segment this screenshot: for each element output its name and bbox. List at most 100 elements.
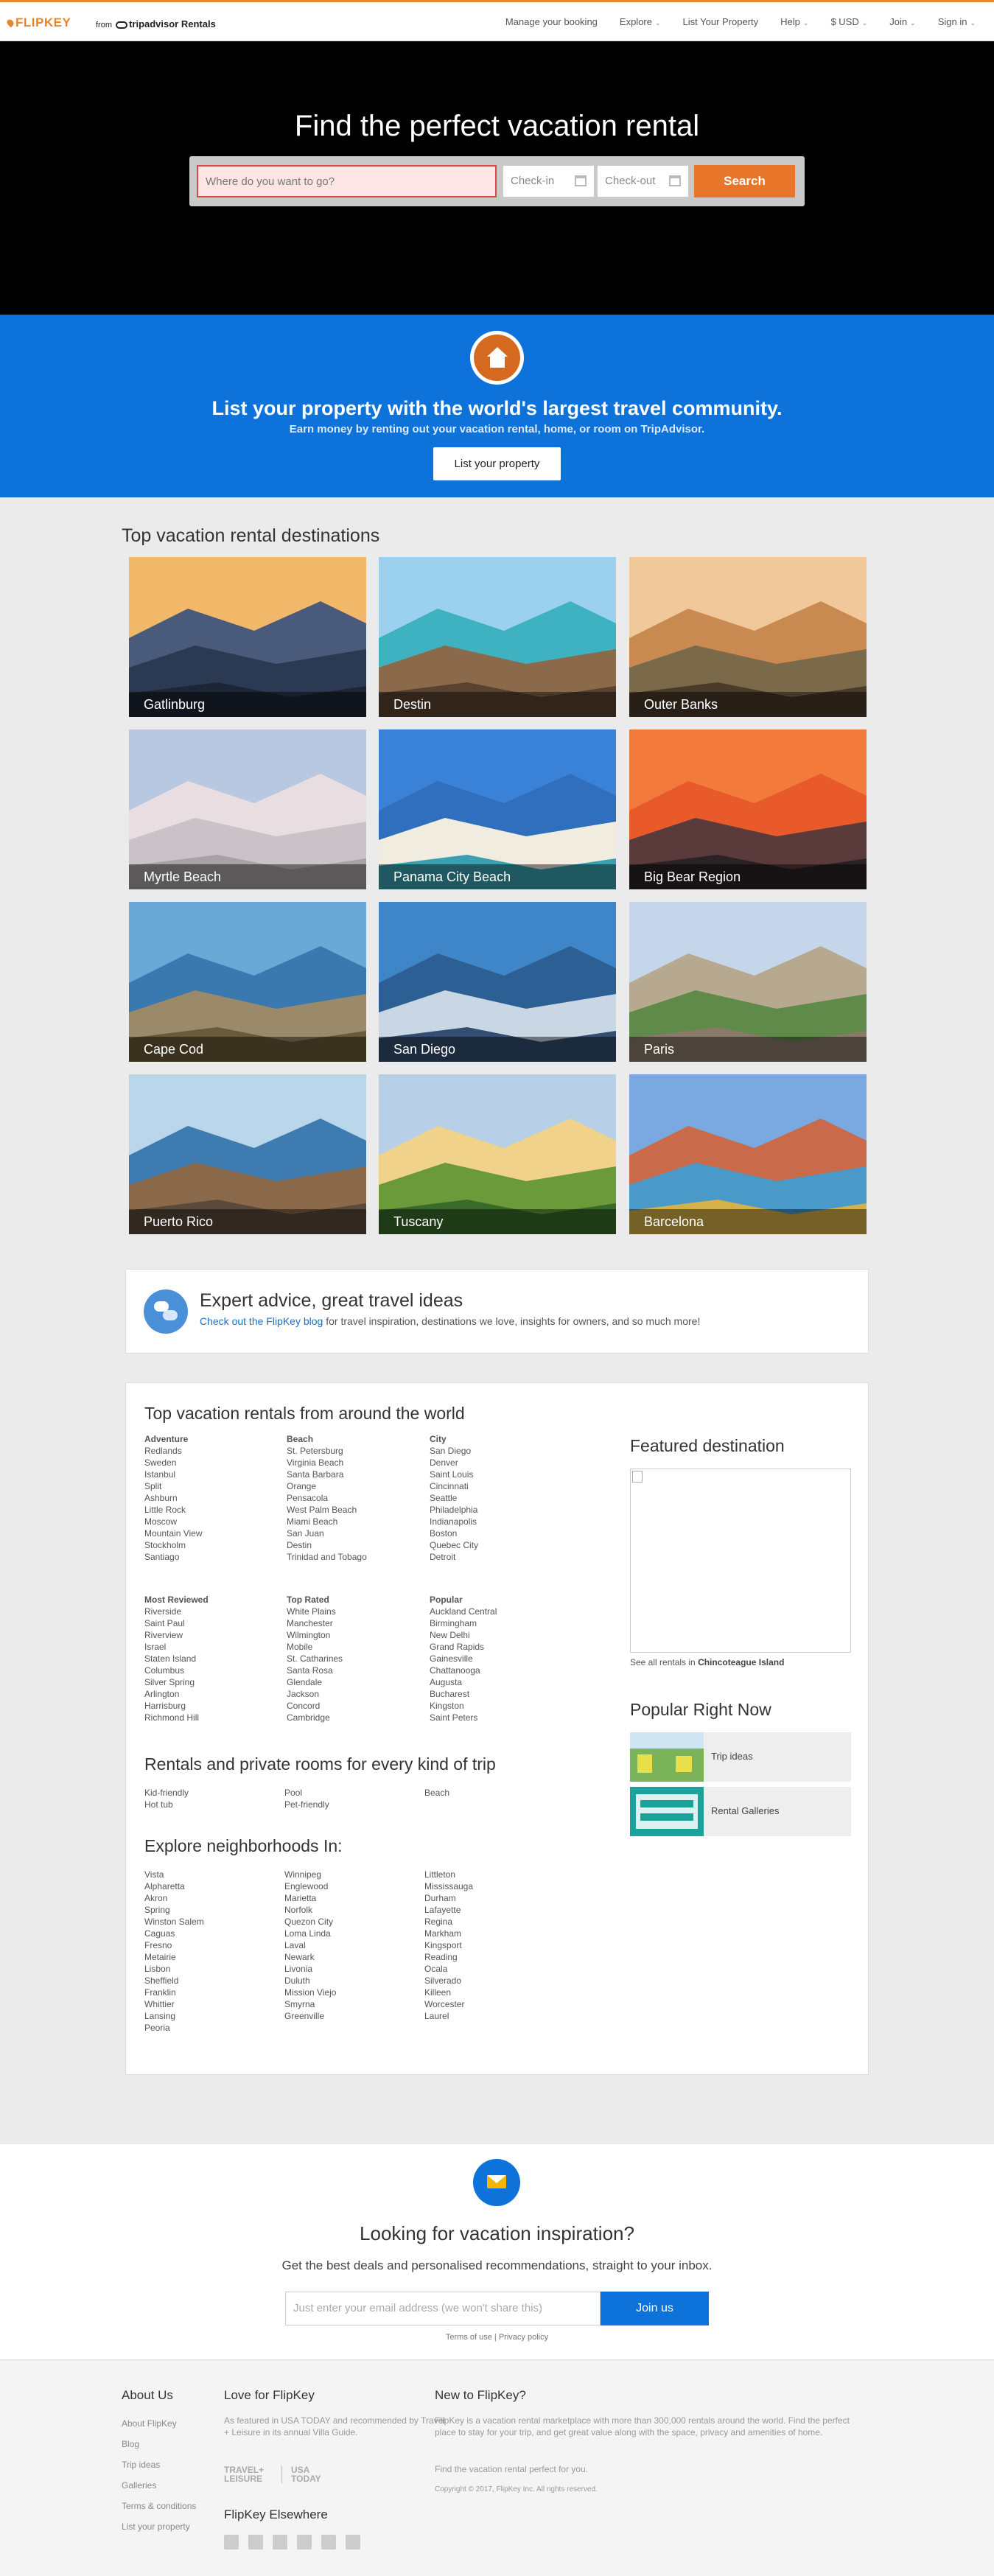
destination-tile-san-diego[interactable]: San Diego — [379, 902, 616, 1062]
rental-link[interactable]: Ashburn — [144, 1492, 203, 1504]
rental-link[interactable]: Moscow — [144, 1516, 203, 1527]
rental-link[interactable]: Stockholm — [144, 1539, 203, 1551]
rental-link[interactable]: White Plains — [287, 1606, 343, 1617]
destination-input[interactable]: Where do you want to go? — [197, 165, 497, 197]
nav-item[interactable]: $ USD ⌄ — [830, 16, 867, 27]
rental-link[interactable]: Lafayette — [424, 1904, 473, 1916]
rental-link[interactable]: Chattanooga — [430, 1665, 497, 1676]
rental-link[interactable]: Trinidad and Tobago — [287, 1551, 367, 1563]
rental-link[interactable]: Laval — [284, 1939, 336, 1951]
rental-link[interactable]: Markham — [424, 1928, 473, 1939]
rental-link[interactable]: Winnipeg — [284, 1869, 336, 1880]
twitter-icon[interactable] — [248, 2535, 263, 2549]
rental-link[interactable]: Hot tub — [144, 1799, 189, 1810]
rental-link[interactable]: San Diego — [430, 1445, 478, 1457]
nav-item[interactable]: Manage your booking — [505, 16, 598, 27]
rental-link[interactable]: West Palm Beach — [287, 1504, 367, 1516]
checkout-input[interactable]: Check-out — [597, 165, 689, 197]
rental-link[interactable]: Ocala — [424, 1963, 473, 1975]
rental-link[interactable]: Glendale — [287, 1676, 343, 1688]
rental-link[interactable]: Augusta — [430, 1676, 497, 1688]
destination-tile-puerto-rico[interactable]: Puerto Rico — [129, 1074, 366, 1234]
rental-link[interactable]: Wilmington — [287, 1629, 343, 1641]
rental-link[interactable]: Arlington — [144, 1688, 209, 1700]
rental-link[interactable]: Indianapolis — [430, 1516, 478, 1527]
rental-link[interactable]: Englewood — [284, 1880, 336, 1892]
rental-link[interactable]: Mississauga — [424, 1880, 473, 1892]
rental-link[interactable]: Littleton — [424, 1869, 473, 1880]
rental-link[interactable]: Mobile — [287, 1641, 343, 1653]
rental-link[interactable]: Reading — [424, 1951, 473, 1963]
rental-link[interactable]: Saint Paul — [144, 1617, 209, 1629]
blog-link[interactable]: Check out the FlipKey blog — [200, 1315, 323, 1327]
nav-item[interactable]: List Your Property — [683, 16, 759, 27]
instagram-icon[interactable] — [321, 2535, 336, 2549]
linkedin-icon[interactable] — [346, 2535, 360, 2549]
rental-link[interactable]: Mountain View — [144, 1527, 203, 1539]
email-input[interactable]: Just enter your email address (we won't … — [285, 2292, 601, 2325]
rental-link[interactable]: Peoria — [144, 2022, 204, 2034]
rental-link[interactable]: Riverside — [144, 1606, 209, 1617]
rental-link[interactable]: Redlands — [144, 1445, 203, 1457]
rental-link[interactable]: Akron — [144, 1892, 204, 1904]
footer-link[interactable]: Trip ideas — [122, 2454, 196, 2475]
rental-link[interactable]: Pet-friendly — [284, 1799, 329, 1810]
destination-tile-gatlinburg[interactable]: Gatlinburg — [129, 557, 366, 717]
destination-tile-cape-cod[interactable]: Cape Cod — [129, 902, 366, 1062]
rental-link[interactable]: Smyrna — [284, 1998, 336, 2010]
rental-link[interactable]: Concord — [287, 1700, 343, 1712]
partner-logo[interactable]: from tripadvisor Rentals — [96, 18, 216, 29]
rental-link[interactable]: Laurel — [424, 2010, 473, 2022]
rental-link[interactable]: Caguas — [144, 1928, 204, 1939]
rental-link[interactable]: Kingsport — [424, 1939, 473, 1951]
rental-link[interactable]: Pensacola — [287, 1492, 367, 1504]
footer-link[interactable]: Terms & conditions — [122, 2496, 196, 2516]
rental-link[interactable]: Whittier — [144, 1998, 204, 2010]
facebook-icon[interactable] — [224, 2535, 239, 2549]
footer-link[interactable]: Galleries — [122, 2475, 196, 2496]
rental-link[interactable]: Pool — [284, 1787, 329, 1799]
rental-link[interactable]: Riverview — [144, 1629, 209, 1641]
destination-tile-outer-banks[interactable]: Outer Banks — [629, 557, 867, 717]
footer-link[interactable]: About FlipKey — [122, 2413, 196, 2434]
rental-link[interactable]: Newark — [284, 1951, 336, 1963]
rental-link[interactable]: Seattle — [430, 1492, 478, 1504]
rental-link[interactable]: Regina — [424, 1916, 473, 1928]
rental-link[interactable]: Saint Louis — [430, 1469, 478, 1480]
rental-link[interactable]: Fresno — [144, 1939, 204, 1951]
rental-link[interactable]: Kingston — [430, 1700, 497, 1712]
rental-link[interactable]: Manchester — [287, 1617, 343, 1629]
rental-link[interactable]: Livonia — [284, 1963, 336, 1975]
featured-image[interactable] — [630, 1469, 851, 1653]
rental-link[interactable]: Quezon City — [284, 1916, 336, 1928]
rental-link[interactable]: Virginia Beach — [287, 1457, 367, 1469]
rental-link[interactable]: Santa Barbara — [287, 1469, 367, 1480]
rental-link[interactable]: New Delhi — [430, 1629, 497, 1641]
destination-tile-panama-city-beach[interactable]: Panama City Beach — [379, 729, 616, 889]
checkin-input[interactable]: Check-in — [503, 165, 595, 197]
rental-link[interactable]: Orange — [287, 1480, 367, 1492]
rental-link[interactable]: Jackson — [287, 1688, 343, 1700]
rental-link[interactable]: Metairie — [144, 1951, 204, 1963]
search-button[interactable]: Search — [694, 165, 795, 197]
rental-link[interactable]: Columbus — [144, 1665, 209, 1676]
rental-link[interactable]: Cincinnati — [430, 1480, 478, 1492]
nav-item[interactable]: Sign in ⌄ — [938, 16, 976, 27]
rental-link[interactable]: Detroit — [430, 1551, 478, 1563]
destination-tile-destin[interactable]: Destin — [379, 557, 616, 717]
destination-tile-big-bear-region[interactable]: Big Bear Region — [629, 729, 867, 889]
rental-link[interactable]: Sheffield — [144, 1975, 204, 1987]
nav-item[interactable]: Help ⌄ — [780, 16, 808, 27]
rental-link[interactable]: Israel — [144, 1641, 209, 1653]
google-plus-icon[interactable] — [273, 2535, 287, 2549]
rental-link[interactable]: St. Catharines — [287, 1653, 343, 1665]
destination-tile-paris[interactable]: Paris — [629, 902, 867, 1062]
rental-link[interactable]: Richmond Hill — [144, 1712, 209, 1723]
rental-link[interactable]: Vista — [144, 1869, 204, 1880]
popular-item-rental-galleries[interactable]: Rental Galleries — [630, 1787, 851, 1836]
rental-link[interactable]: Harrisburg — [144, 1700, 209, 1712]
rental-link[interactable]: Duluth — [284, 1975, 336, 1987]
rental-link[interactable]: Denver — [430, 1457, 478, 1469]
rental-link[interactable]: Silver Spring — [144, 1676, 209, 1688]
rental-link[interactable]: Greenville — [284, 2010, 336, 2022]
